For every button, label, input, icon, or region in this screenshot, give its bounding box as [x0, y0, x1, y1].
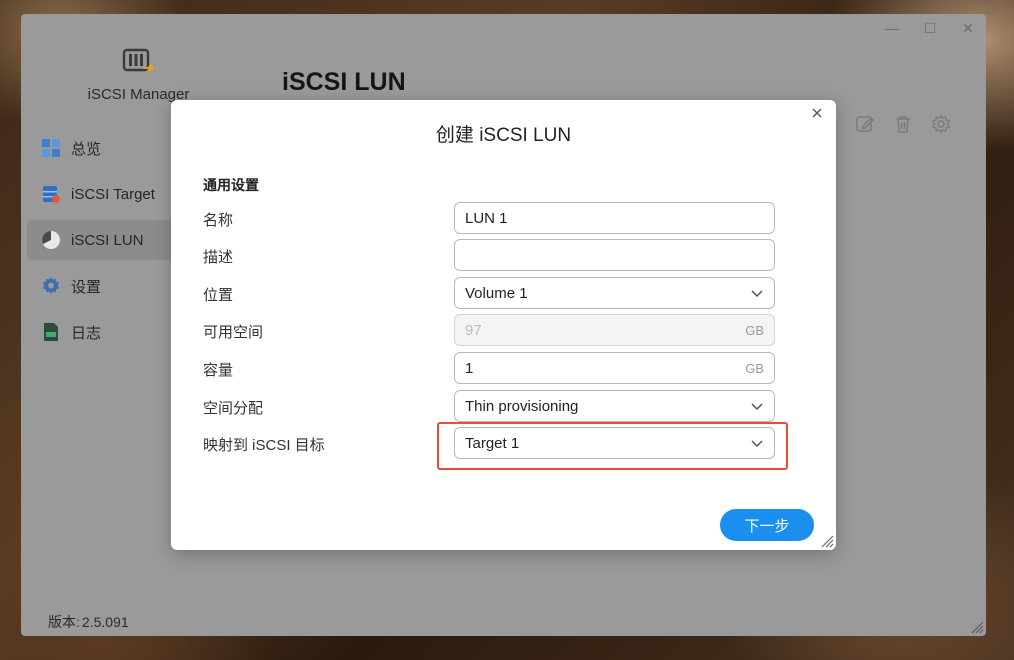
window-resize-handle-icon[interactable] — [970, 620, 984, 634]
trash-icon[interactable] — [893, 114, 913, 134]
description-label: 描述 — [203, 249, 234, 266]
iscsi-manager-logo-icon — [122, 48, 154, 73]
toolbar — [855, 114, 951, 134]
location-label: 位置 — [203, 287, 234, 304]
form-row-map-to-target: 映射到 iSCSI 目标 Target 1 — [203, 427, 775, 459]
dialog-title: 创建 iSCSI LUN — [435, 125, 572, 146]
form-row-description: 描述 — [203, 239, 775, 271]
location-select[interactable]: Volume 1 — [454, 277, 775, 309]
capacity-value: 1 — [465, 359, 474, 377]
sidebar-item-label: 设置 — [71, 278, 102, 296]
name-input[interactable]: LUN 1 — [454, 202, 775, 234]
name-label: 名称 — [203, 212, 234, 229]
sidebar: 总览 iSCSI Target iSCSI LUN 设置 日志 — [27, 128, 177, 358]
maximize-button[interactable]: ☐ — [922, 20, 938, 36]
available-space-field: 97 GB — [454, 314, 775, 346]
available-space-value: 97 — [465, 321, 482, 339]
close-window-button[interactable]: ✕ — [960, 20, 976, 36]
sidebar-item-iscsi-lun[interactable]: iSCSI LUN — [27, 220, 177, 260]
sidebar-item-label: iSCSI Target — [71, 185, 155, 203]
gear-icon — [42, 277, 60, 294]
chevron-down-icon — [751, 403, 763, 411]
chevron-down-icon — [751, 440, 763, 448]
page-title: iSCSI LUN — [282, 68, 406, 96]
capacity-unit: GB — [745, 360, 764, 376]
form-row-location: 位置 Volume 1 — [203, 277, 775, 309]
create-lun-dialog: 创建 iSCSI LUN 通用设置 名称 LUN 1 描述 位置 Volume … — [171, 100, 836, 550]
sidebar-item-settings[interactable]: 设置 — [27, 266, 177, 306]
sidebar-item-label: 总览 — [71, 140, 102, 158]
form-row-name: 名称 LUN 1 — [203, 202, 775, 234]
space-allocation-label: 空间分配 — [203, 400, 264, 417]
form-row-available-space: 可用空间 97 GB — [203, 314, 775, 346]
capacity-input[interactable]: 1 GB — [454, 352, 775, 384]
sidebar-item-iscsi-target[interactable]: iSCSI Target — [27, 174, 177, 214]
space-allocation-select[interactable]: Thin provisioning — [454, 390, 775, 422]
edit-icon[interactable] — [855, 114, 875, 134]
dialog-resize-handle-icon[interactable] — [820, 534, 834, 548]
sidebar-item-label: 日志 — [71, 324, 102, 342]
map-to-target-select[interactable]: Target 1 — [454, 427, 775, 459]
version-info: 版本: 2.5.091 — [48, 612, 129, 632]
location-value: Volume 1 — [465, 284, 528, 302]
next-button[interactable]: 下一步 — [720, 509, 814, 541]
sidebar-item-log[interactable]: 日志 — [27, 312, 177, 352]
section-general-settings: 通用设置 — [203, 177, 259, 193]
name-value: LUN 1 — [465, 209, 508, 227]
log-document-icon — [44, 323, 58, 341]
sidebar-item-overview[interactable]: 总览 — [27, 128, 177, 168]
version-label: 版本: — [48, 614, 80, 630]
map-to-target-label: 映射到 iSCSI 目标 — [203, 437, 325, 454]
map-to-target-value: Target 1 — [465, 434, 520, 452]
available-space-unit: GB — [745, 322, 764, 338]
database-icon — [43, 186, 60, 203]
form-row-space-allocation: 空间分配 Thin provisioning — [203, 390, 775, 422]
available-space-label: 可用空间 — [203, 324, 264, 341]
settings-icon[interactable] — [931, 114, 951, 134]
overview-grid-icon — [42, 139, 60, 157]
window-controls: — ☐ ✕ — [884, 20, 976, 36]
version-value: 2.5.091 — [81, 614, 129, 630]
chevron-down-icon — [751, 290, 763, 298]
description-input[interactable] — [454, 239, 775, 271]
minimize-button[interactable]: — — [884, 20, 900, 36]
pie-disk-icon — [42, 231, 60, 249]
form-row-capacity: 容量 1 GB — [203, 352, 775, 384]
close-icon[interactable] — [810, 106, 824, 120]
space-allocation-value: Thin provisioning — [465, 397, 579, 415]
sidebar-item-label: iSCSI LUN — [71, 231, 144, 249]
capacity-label: 容量 — [203, 362, 234, 379]
